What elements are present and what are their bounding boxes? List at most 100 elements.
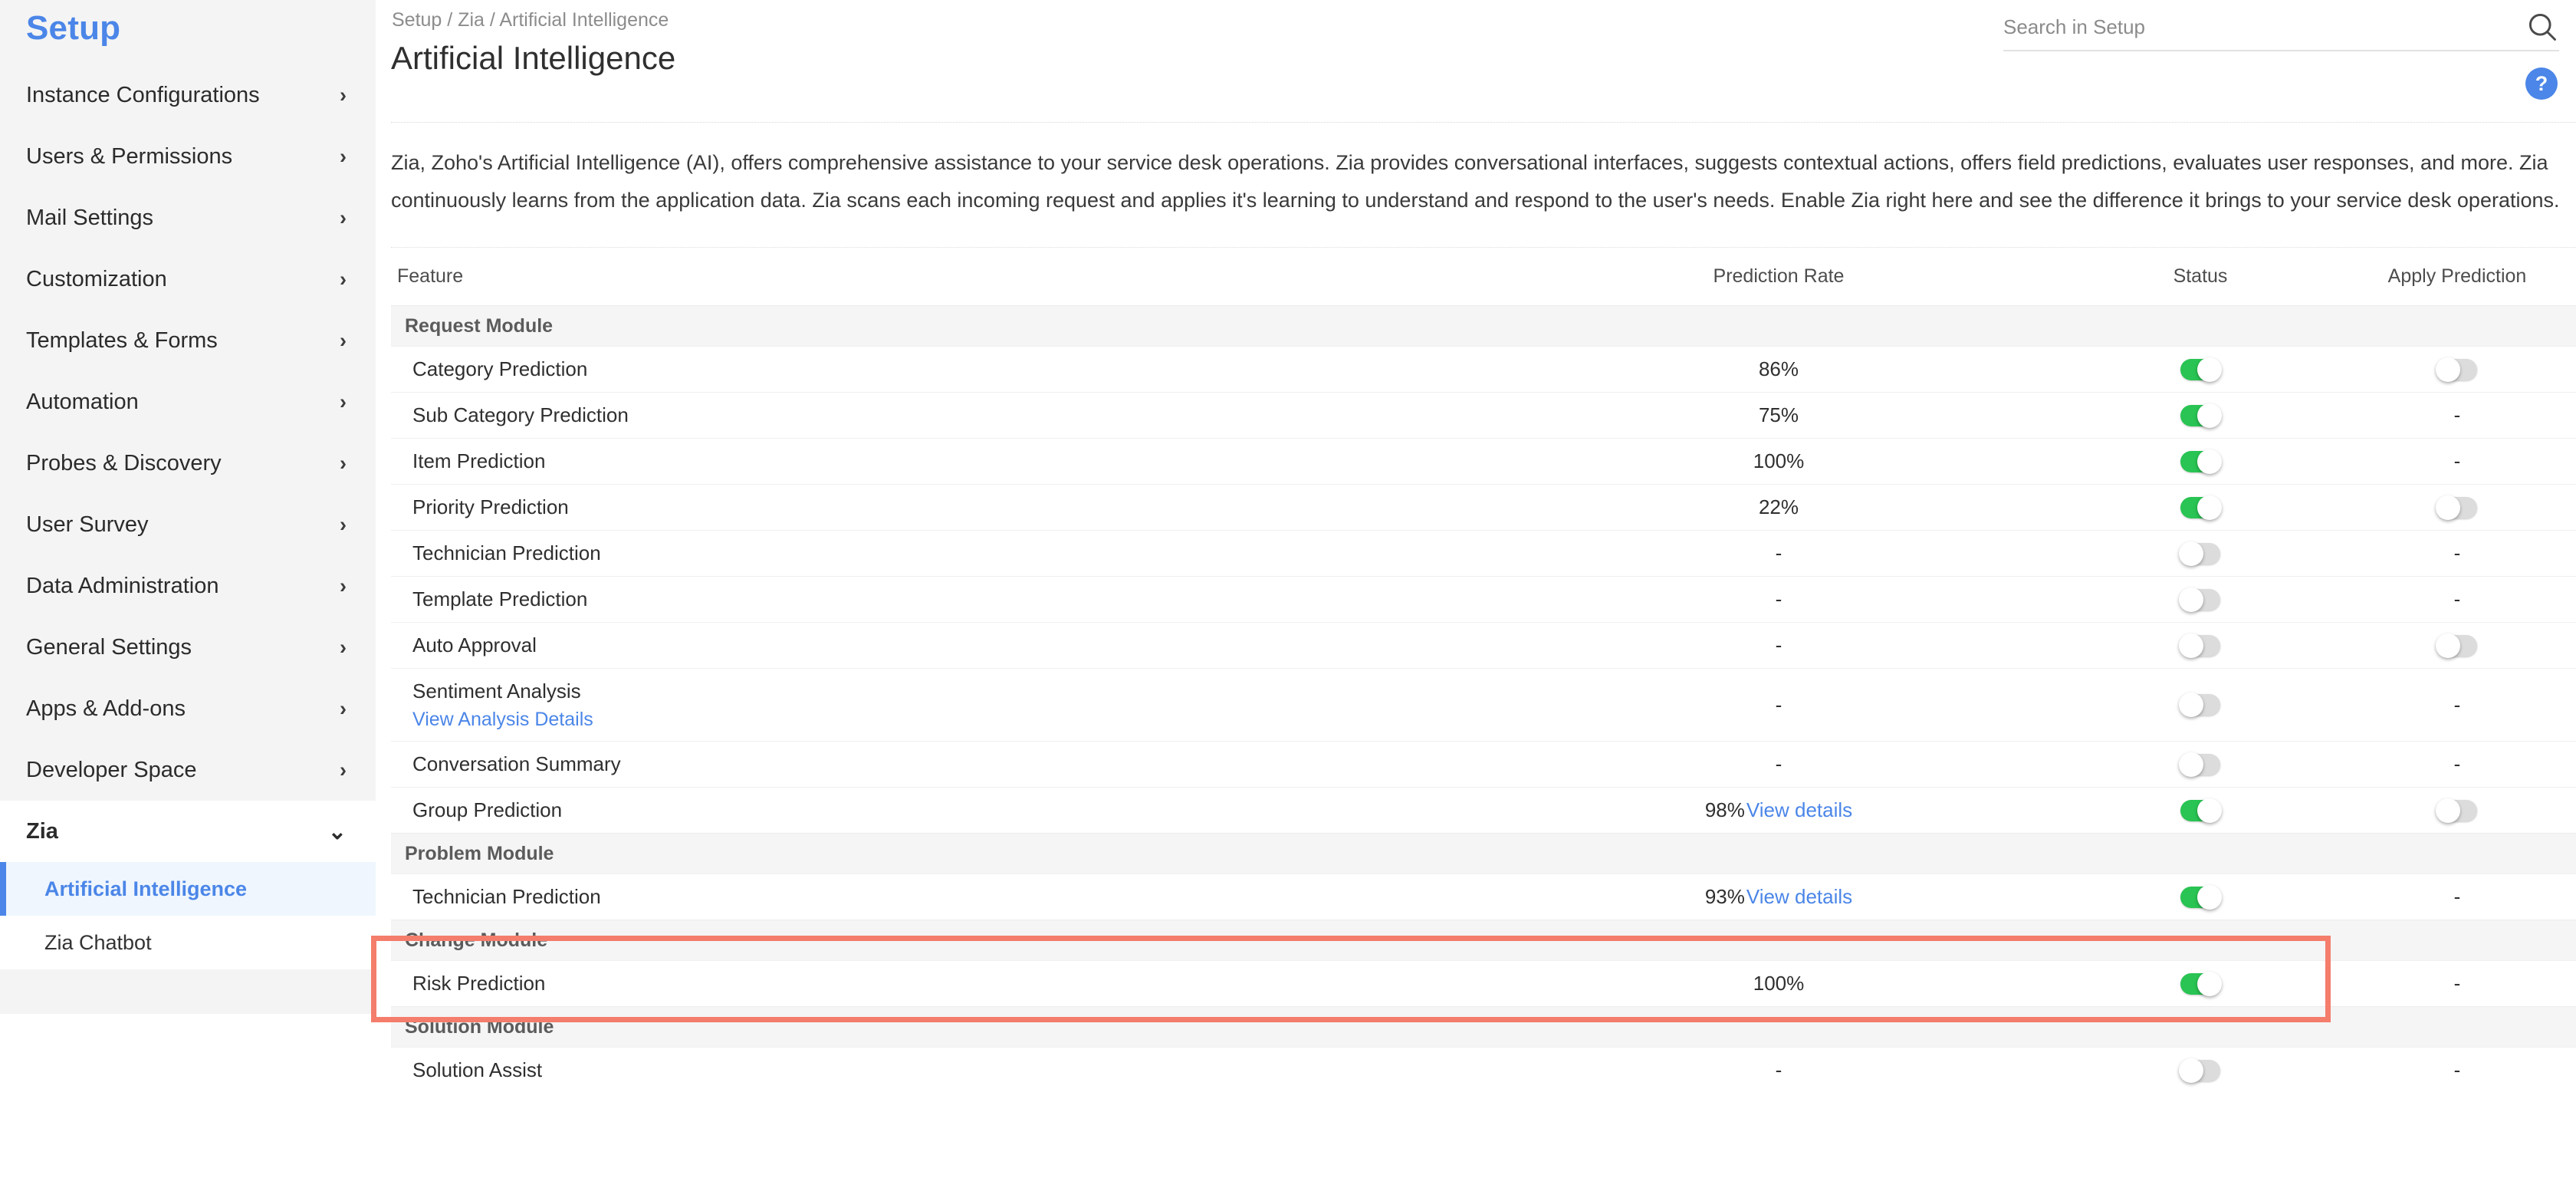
module-label: Change Module (391, 930, 1487, 952)
prediction-rate: - (1776, 752, 1783, 775)
search-box[interactable] (2003, 4, 2559, 51)
view-details-link[interactable]: View details (1746, 885, 1852, 909)
table-row[interactable]: Conversation Summary - - (391, 741, 2576, 787)
chevron-right-icon: › (340, 760, 347, 781)
view-details-link[interactable]: View details (1746, 798, 1852, 822)
status-toggle[interactable] (2180, 694, 2220, 716)
toggle-knob (2436, 798, 2460, 823)
sidebar-item-mail-settings[interactable]: Mail Settings › (0, 187, 376, 248)
status-toggle[interactable] (2180, 359, 2220, 380)
prediction-rate: - (1776, 541, 1783, 564)
prediction-rate: - (1776, 633, 1783, 656)
table-row[interactable]: Template Prediction - - (391, 576, 2576, 622)
column-header-prediction-rate: Prediction Rate (1487, 265, 2070, 288)
feature-name: Group Prediction (391, 798, 1487, 822)
prediction-rate: - (1776, 587, 1783, 610)
toggle-knob (2436, 495, 2460, 520)
search-input[interactable] (2003, 15, 2525, 39)
sidebar-item-label: Developer Space (26, 758, 196, 783)
table-row[interactable]: Auto Approval - (391, 622, 2576, 668)
status-toggle[interactable] (2180, 405, 2220, 426)
help-button[interactable]: ? (2525, 67, 2558, 100)
prediction-rate: 98% (1705, 798, 1745, 822)
table-row[interactable]: Priority Prediction 22% (391, 484, 2576, 530)
sidebar-item-automation[interactable]: Automation › (0, 371, 376, 433)
sidebar-item-apps-addons[interactable]: Apps & Add-ons › (0, 678, 376, 739)
sidebar-item-zia[interactable]: Zia ⌄ (0, 801, 376, 862)
prediction-rate: 86% (1759, 357, 1799, 380)
sidebar-item-users-permissions[interactable]: Users & Permissions › (0, 126, 376, 187)
search-icon[interactable] (2525, 10, 2559, 44)
feature-name: Auto Approval (391, 633, 1487, 657)
table-row[interactable]: Technician Prediction - - (391, 530, 2576, 576)
chevron-right-icon: › (340, 146, 347, 167)
sidebar-item-artificial-intelligence[interactable]: Artificial Intelligence (0, 862, 376, 916)
status-toggle[interactable] (2180, 887, 2220, 908)
status-toggle[interactable] (2180, 543, 2220, 564)
column-header-feature: Feature (391, 265, 1487, 288)
toggle-knob (2179, 633, 2203, 658)
chevron-right-icon: › (340, 85, 347, 106)
status-toggle[interactable] (2180, 451, 2220, 472)
apply-prediction-toggle[interactable] (2437, 497, 2477, 518)
table-row[interactable]: Item Prediction 100% - (391, 438, 2576, 484)
status-toggle[interactable] (2180, 800, 2220, 821)
sidebar-item-general-settings[interactable]: General Settings › (0, 617, 376, 678)
apply-prediction-toggle[interactable] (2437, 359, 2477, 380)
toggle-knob (2179, 693, 2203, 717)
feature-name: Category Prediction (391, 357, 1487, 381)
status-toggle[interactable] (2180, 754, 2220, 775)
sidebar-item-label: User Survey (26, 512, 149, 538)
table-row[interactable]: Solution Assist - - (391, 1047, 2576, 1093)
toggle-knob (2436, 357, 2460, 382)
sidebar-item-label: Instance Configurations (26, 83, 260, 108)
sidebar-item-label: Templates & Forms (26, 328, 218, 354)
status-toggle[interactable] (2180, 973, 2220, 995)
table-header-row: Feature Prediction Rate Status Apply Pre… (391, 248, 2576, 305)
apply-prediction-value: - (2454, 693, 2461, 717)
sidebar-item-user-survey[interactable]: User Survey › (0, 494, 376, 555)
feature-name: Priority Prediction (391, 495, 1487, 519)
column-header-apply-prediction: Apply Prediction (2331, 265, 2576, 288)
status-toggle[interactable] (2180, 635, 2220, 656)
prediction-rate: 22% (1759, 495, 1799, 518)
sidebar-item-templates-forms[interactable]: Templates & Forms › (0, 310, 376, 371)
sidebar-item-probes-discovery[interactable]: Probes & Discovery › (0, 433, 376, 494)
sidebar-item-zia-chatbot[interactable]: Zia Chatbot (0, 916, 376, 969)
table-row[interactable]: Sentiment Analysis View Analysis Details… (391, 668, 2576, 741)
module-header-solution: Solution Module (391, 1006, 2576, 1047)
chevron-right-icon: › (340, 637, 347, 658)
apply-prediction-toggle[interactable] (2437, 800, 2477, 821)
column-header-status: Status (2070, 265, 2331, 288)
feature-name: Template Prediction (391, 587, 1487, 611)
sidebar-item-instance-configurations[interactable]: Instance Configurations › (0, 64, 376, 126)
sidebar-item-data-administration[interactable]: Data Administration › (0, 555, 376, 617)
page-header: Setup / Zia / Artificial Intelligence Ar… (391, 0, 2576, 123)
sidebar-item-customization[interactable]: Customization › (0, 248, 376, 310)
sidebar-item-label: General Settings (26, 635, 192, 660)
table-row[interactable]: Group Prediction 98% View details (391, 787, 2576, 833)
toggle-knob (2197, 885, 2222, 910)
toggle-knob (2197, 357, 2222, 382)
status-toggle[interactable] (2180, 1060, 2220, 1081)
status-toggle[interactable] (2180, 589, 2220, 610)
view-analysis-details-link[interactable]: View Analysis Details (412, 709, 1487, 731)
apply-prediction-value: - (2454, 752, 2461, 776)
feature-name: Sentiment Analysis (412, 679, 581, 703)
chevron-right-icon: › (340, 576, 347, 597)
table-row[interactable]: Risk Prediction 100% - (391, 960, 2576, 1006)
chevron-right-icon: › (340, 699, 347, 719)
sidebar-item-developer-space[interactable]: Developer Space › (0, 739, 376, 801)
feature-name: Technician Prediction (391, 885, 1487, 909)
sidebar-title: Setup (0, 0, 376, 48)
apply-prediction-value: - (2454, 449, 2461, 473)
status-toggle[interactable] (2180, 497, 2220, 518)
feature-name: Risk Prediction (391, 972, 1487, 995)
table-row[interactable]: Technician Prediction 93% View details - (391, 874, 2576, 920)
sidebar-item-label: Zia (26, 819, 58, 844)
apply-prediction-toggle[interactable] (2437, 635, 2477, 656)
table-row[interactable]: Category Prediction 86% (391, 346, 2576, 392)
table-row[interactable]: Sub Category Prediction 75% - (391, 392, 2576, 438)
chevron-down-icon: ⌄ (328, 818, 347, 845)
apply-prediction-value: - (2454, 587, 2461, 611)
